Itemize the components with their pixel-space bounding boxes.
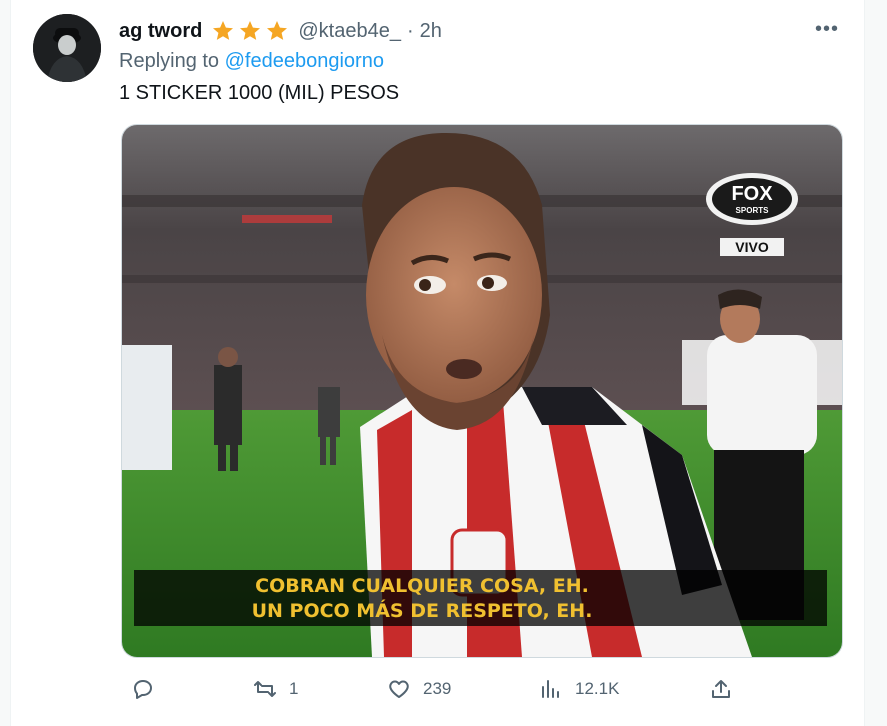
- views-count: 12.1K: [575, 679, 620, 698]
- svg-text:FOX: FOX: [731, 183, 773, 205]
- action-bar: 1 239 12.1K: [119, 674, 839, 704]
- tweet-card[interactable]: ag tword @ktaeb4e_ · 2h ••• Replying to …: [10, 0, 865, 726]
- retweet-button[interactable]: 1: [253, 674, 298, 704]
- heart-icon: [389, 680, 409, 698]
- live-label: VIVO: [735, 239, 769, 255]
- retweet-count: 1: [289, 679, 299, 698]
- replying-prefix: Replying to: [119, 50, 220, 72]
- author-handle[interactable]: @ktaeb4e_: [298, 20, 401, 43]
- media-scene: FOX SPORTS VIVO COBRAN CUALQUIER COSA, E…: [122, 125, 842, 657]
- retweet-icon: [254, 681, 276, 697]
- share-icon: [712, 680, 730, 698]
- author-name[interactable]: ag tword: [119, 20, 202, 43]
- reply-button[interactable]: [131, 674, 155, 704]
- more-icon[interactable]: •••: [811, 16, 843, 42]
- star-icon: [213, 21, 234, 40]
- subtitle-line-1: COBRAN CUALQUIER COSA, EH.: [255, 575, 589, 597]
- star-icon: [240, 21, 261, 40]
- subtitle-line-2: UN POCO MÁS DE RESPETO, EH.: [252, 599, 593, 622]
- views-button[interactable]: 12.1K: [539, 674, 619, 704]
- badge-stars: [210, 19, 290, 43]
- like-count: 239: [423, 679, 452, 698]
- fox-sports-logo: FOX SPORTS: [706, 173, 798, 225]
- share-button[interactable]: [709, 674, 733, 704]
- svg-text:SPORTS: SPORTS: [736, 206, 770, 215]
- timestamp[interactable]: 2h: [420, 20, 442, 43]
- reply-mention-link[interactable]: @fedeebongiorno: [225, 50, 384, 72]
- avatar[interactable]: [33, 14, 101, 82]
- separator-dot: ·: [406, 19, 414, 42]
- tweet-text: 1 STICKER 1000 (MIL) PESOS: [119, 82, 400, 104]
- tweet-header: ag tword @ktaeb4e_ · 2h: [119, 18, 442, 44]
- star-icon: [267, 21, 288, 40]
- views-icon: [542, 680, 559, 698]
- replying-to: Replying to @fedeebongiorno: [119, 50, 384, 73]
- reply-icon: [134, 680, 152, 699]
- like-button[interactable]: 239: [387, 674, 451, 704]
- live-badge: VIVO: [720, 238, 784, 256]
- tweet-media-image[interactable]: FOX SPORTS VIVO COBRAN CUALQUIER COSA, E…: [121, 124, 843, 658]
